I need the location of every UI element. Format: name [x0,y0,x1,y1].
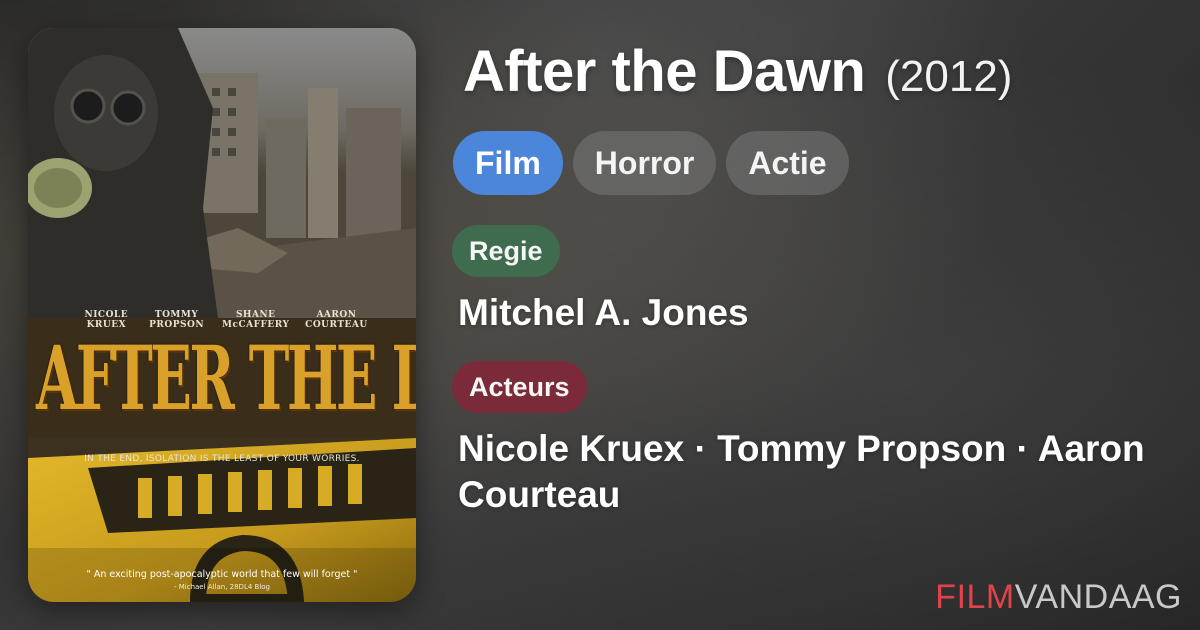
movie-poster: NICOLE KRUEX TOMMY PROPSON SHANE McCAFFE… [28,28,416,602]
poster-title: AFTER THE DAWN [36,326,416,430]
poster-tagline: IN THE END, ISOLATION IS THE LEAST OF YO… [84,454,360,464]
cast-names[interactable]: Nicole Kruex · Tommy Propson · Aaron Cou… [458,426,1178,518]
director-label: Regie [452,225,560,277]
movie-title: After the Dawn [463,39,866,104]
movie-year: (2012) [885,52,1013,101]
genre-list: Film Horror Actie [453,131,849,195]
brand-logo-part1: FILM [935,578,1015,616]
genre-chip-actie[interactable]: Actie [726,131,849,195]
brand-logo-part2: VANDAAG [1014,578,1182,616]
genre-chip-film[interactable]: Film [453,131,563,195]
title-row: After the Dawn (2012) [463,38,1012,105]
poster-quote: " An exciting post-apocalyptic world tha… [86,569,358,580]
brand-logo[interactable]: FILMVANDAAG [935,578,1182,617]
cast-label: Acteurs [452,361,587,413]
poster-quote-credit: - Michael Allan, 28DL4 Blog [174,583,270,591]
director-name[interactable]: Mitchel A. Jones [458,290,749,336]
genre-chip-horror[interactable]: Horror [572,131,717,195]
